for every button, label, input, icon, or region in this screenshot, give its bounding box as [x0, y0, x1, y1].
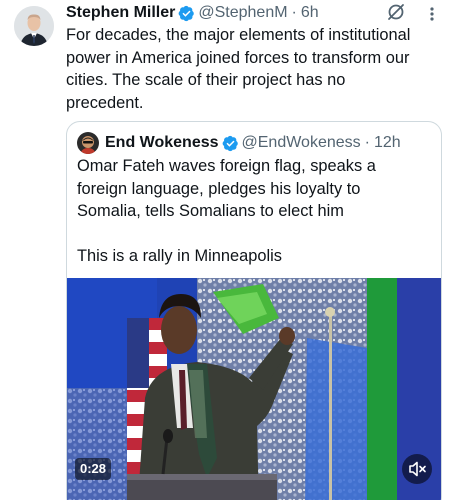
separator-dot: · [291, 4, 297, 21]
separator-dot: · [364, 134, 370, 151]
quoted-text-line: Omar Fateh waves foreign flag, speaks a [77, 157, 376, 175]
tweet-text-line: For decades, the major elements of insti… [66, 26, 411, 44]
text-spacer [77, 223, 433, 246]
tweet-text-line: cities. The scale of their project has n… [66, 71, 346, 89]
quoted-avatar-photo [77, 132, 99, 154]
quoted-text-line: This is a rally in Minneapolis [77, 247, 282, 265]
quoted-tweet-text: Omar Fateh waves foreign flag, speaks a … [77, 155, 433, 268]
video-player[interactable]: 0:28 [67, 278, 441, 500]
verified-badge-icon [178, 5, 195, 21]
video-frame [67, 278, 441, 500]
tweet-text-line: power in America joined forces to transf… [66, 48, 410, 67]
tweet-text: For decades, the major elements of insti… [66, 24, 444, 114]
video-duration: 0:28 [75, 458, 112, 480]
author-name[interactable]: Stephen Miller [66, 4, 175, 22]
quoted-text-line: foreign language, pledges his loyalty to [77, 179, 361, 198]
quoted-author-handle[interactable]: @EndWokeness [242, 134, 361, 152]
mute-button[interactable] [402, 454, 432, 484]
quoted-tweet-header: End Wokeness @EndWokeness · 12h [77, 132, 401, 154]
quoted-author-name[interactable]: End Wokeness [105, 134, 219, 152]
verified-badge-icon [222, 135, 238, 151]
avatar-photo [14, 6, 54, 46]
tweet-header: Stephen Miller @StephenM · 6h [66, 2, 319, 24]
author-handle[interactable]: @StephenM [198, 4, 287, 22]
more-options-icon[interactable] [424, 4, 440, 24]
author-avatar[interactable] [14, 6, 54, 46]
quoted-tweet[interactable]: End Wokeness @EndWokeness · 12h Omar Fat… [66, 121, 442, 500]
speaker-muted-icon [409, 461, 426, 477]
grok-icon[interactable] [386, 2, 406, 22]
tweet-text-line: precedent. [66, 93, 144, 112]
quoted-author-avatar[interactable] [77, 132, 99, 154]
quoted-timestamp[interactable]: 12h [374, 134, 401, 152]
tweet-timestamp[interactable]: 6h [301, 4, 319, 22]
quoted-text-line: Somalia, tells Somalians to elect him [77, 202, 344, 220]
